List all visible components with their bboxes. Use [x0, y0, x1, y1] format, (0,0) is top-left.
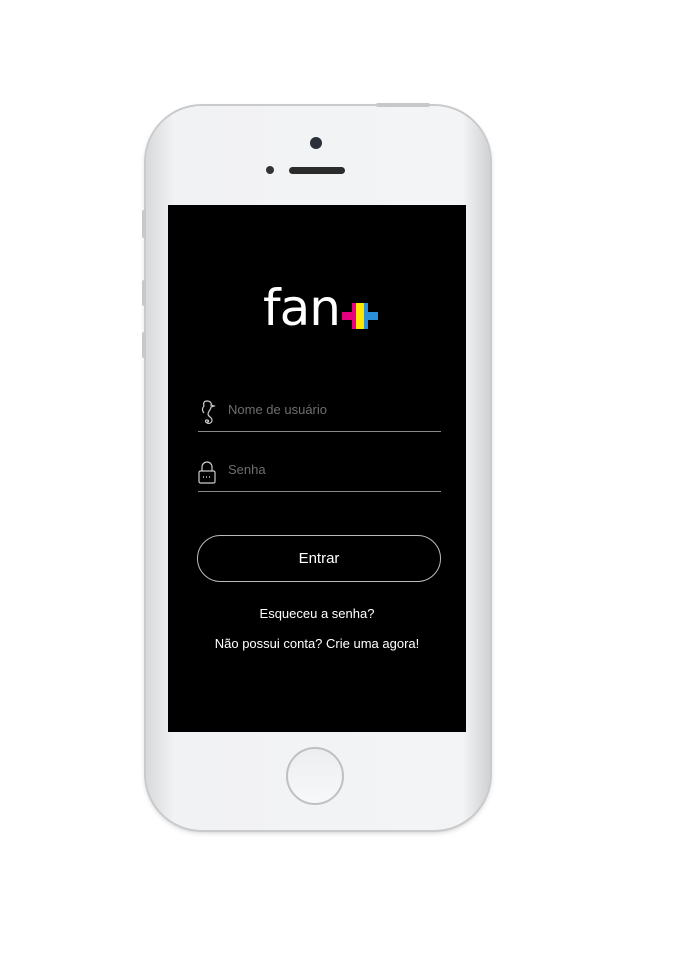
password-field	[198, 455, 441, 492]
forgot-password-link[interactable]: Esqueceu a senha?	[168, 606, 466, 621]
username-field	[198, 395, 441, 432]
earpiece-speaker	[289, 167, 345, 174]
app-logo: fan	[263, 279, 341, 337]
volume-up-button	[142, 280, 146, 306]
silent-switch	[142, 210, 146, 238]
power-button	[376, 103, 430, 107]
lock-icon	[198, 461, 216, 484]
home-button[interactable]	[286, 747, 344, 805]
signup-link[interactable]: Não possui conta? Crie uma agora!	[168, 636, 466, 651]
app-screen: fan Entrar Esqueceu a senha? Não possui …	[168, 205, 466, 732]
login-button[interactable]: Entrar	[197, 535, 441, 582]
volume-down-button	[142, 332, 146, 358]
username-input[interactable]	[226, 401, 430, 418]
password-input[interactable]	[226, 461, 430, 478]
seahorse-icon	[201, 400, 216, 424]
proximity-sensor	[266, 166, 274, 174]
front-camera	[310, 137, 322, 149]
plus-logo-icon	[342, 303, 378, 329]
